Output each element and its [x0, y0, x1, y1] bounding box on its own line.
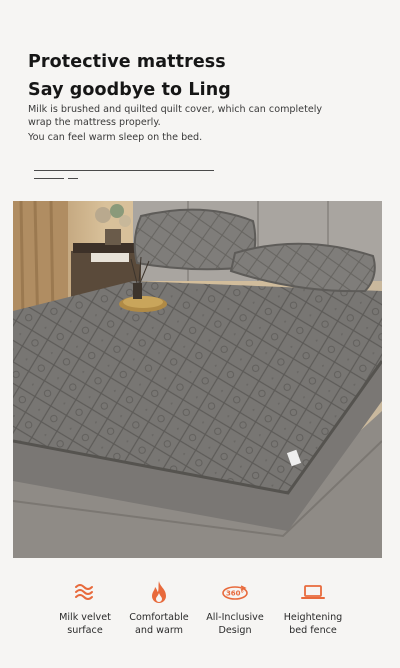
waves-icon: [75, 584, 93, 600]
feature-all-inclusive: 360° All-Inclusive Design: [190, 578, 280, 637]
feature-label: Heightening bed fence: [283, 612, 343, 636]
description-line-3: You can feel warm sleep on the bed.: [28, 132, 203, 143]
mattress-photo: [13, 201, 382, 558]
divider-line-dot: [68, 178, 78, 179]
page-title: Protective mattress: [28, 52, 226, 72]
360-rotate-icon: 360°: [222, 585, 248, 600]
divider-line-short: [34, 178, 64, 179]
feature-list: Milk velvet surface Comfortable and warm…: [0, 578, 400, 648]
divider-line: [34, 170, 214, 171]
feature-label: All-Inclusive Design: [206, 612, 264, 636]
feature-heightening: Heightening bed fence: [268, 578, 358, 637]
description: Milk is brushed and quilted quilt cover,…: [28, 103, 328, 144]
page-subtitle: Say goodbye to Ling: [28, 80, 231, 100]
svg-text:360°: 360°: [226, 590, 244, 598]
laptop-fence-icon: [301, 585, 325, 599]
description-line-2: wrap the mattress properly.: [28, 117, 161, 128]
flame-icon: [152, 581, 166, 603]
description-line-1: Milk is brushed and quilted quilt cover,…: [28, 104, 323, 115]
